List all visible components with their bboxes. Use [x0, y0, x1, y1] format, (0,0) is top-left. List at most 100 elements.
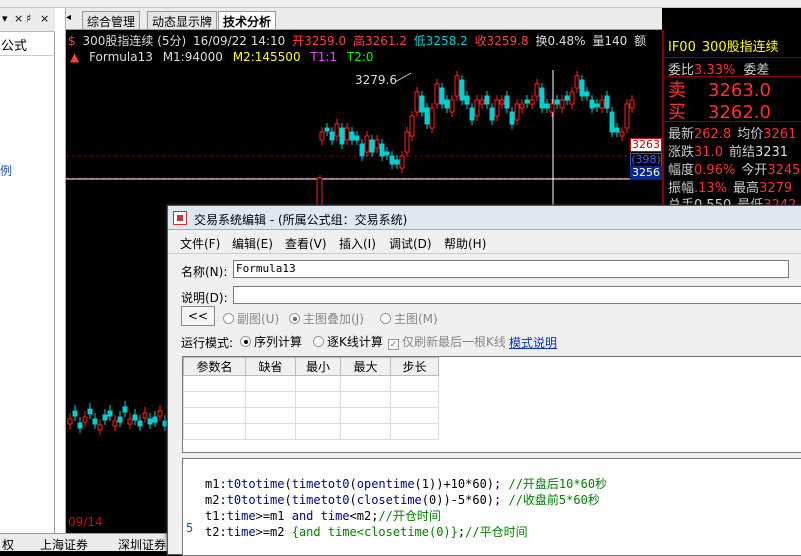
run-mode-label: 运行模式: — [181, 336, 234, 350]
bar-high: 高3261.2 — [352, 34, 407, 48]
code-line[interactable]: t1:time>=m1 and time<m2;//开仓时间 — [205, 507, 441, 524]
table-row[interactable] — [183, 407, 439, 424]
menu-file[interactable]: 文件(F) — [180, 235, 220, 252]
bar-datetime: 16/09/22 14:10 — [193, 34, 286, 48]
candle-body — [519, 103, 525, 109]
formula-name: Formula13 — [89, 50, 153, 64]
divider — [664, 57, 801, 58]
close-icon[interactable]: × — [14, 12, 23, 25]
candle-body — [67, 418, 73, 425]
table-row[interactable] — [183, 423, 439, 440]
candle-body — [127, 418, 133, 425]
line-gutter: 5 — [183, 459, 203, 555]
dialog-title: 交易系统编辑 - (所属公式组：交易系统) — [194, 213, 408, 227]
quote-row-last: 最新262.8 均价3261 — [668, 127, 797, 142]
radio-circle-icon — [223, 313, 234, 324]
tab-dynamic-board[interactable]: 动态显示牌 — [147, 11, 218, 29]
candle-body — [132, 414, 138, 421]
formula-name-input[interactable]: Formula13 — [233, 260, 789, 278]
dropdown-icon[interactable]: ▾ — [2, 12, 8, 25]
close-panel-icon[interactable]: × — [40, 12, 49, 25]
radio-sub-chart[interactable]: 副图(U) — [223, 310, 279, 327]
quote-header: IF00 300股指连续 — [668, 36, 779, 55]
col-default[interactable]: 缺省 — [245, 357, 296, 376]
table-row[interactable] — [183, 375, 439, 392]
status-item-shanghai[interactable]: 上海证券 — [40, 536, 88, 553]
candle-body — [409, 115, 415, 137]
formula-t1: T1:1 — [310, 50, 338, 64]
description-label: 说明(D): — [181, 291, 228, 305]
candle-body — [574, 75, 580, 89]
candle-body — [504, 95, 510, 109]
candle-body — [624, 103, 630, 129]
status-item-rights[interactable]: 权 — [2, 536, 14, 553]
tree-item-example[interactable]: 例 — [0, 162, 12, 179]
main-menu-bar — [0, 0, 801, 8]
parameter-table[interactable]: 参数名 缺省 最小 最大 步长 — [182, 356, 801, 453]
peak-pointer — [394, 72, 412, 83]
tab-comprehensive[interactable]: 综合管理 — [82, 11, 141, 29]
candle-body — [77, 422, 83, 429]
menu-insert[interactable]: 插入(I) — [339, 235, 376, 252]
menu-view[interactable]: 查看(V) — [285, 235, 327, 252]
col-param-name[interactable]: 参数名 — [183, 357, 246, 376]
divider — [168, 253, 801, 254]
refresh-last-bar-checkbox[interactable]: ✓ 仅刷新最后一根K线 — [388, 333, 506, 350]
candle-body — [92, 418, 98, 425]
formula-tree-panel: ▾ × ♯ × 公式 例 — [0, 8, 55, 551]
menu-help[interactable]: 帮助(H) — [444, 235, 486, 252]
quote-row-pct: 幅度0.96% 今开3245 — [668, 163, 801, 178]
code-line[interactable]: m1:t0totime(timetot0(opentime(1))+10*60)… — [205, 475, 607, 492]
candle-body — [137, 420, 143, 427]
menu-debug[interactable]: 调试(D) — [389, 235, 432, 252]
candle-body — [419, 95, 425, 113]
candle-body — [589, 99, 595, 109]
bar-low: 低3258.2 — [413, 34, 468, 48]
tab-technical-analysis[interactable]: 技术分析 — [218, 11, 277, 29]
candle-body — [484, 95, 490, 105]
candle-body — [509, 111, 515, 125]
radio-main-chart[interactable]: 主图(M) — [380, 310, 438, 327]
candle-body — [334, 123, 340, 137]
candle-body — [117, 416, 123, 423]
radio-per-bar-calc[interactable]: 逐K线计算 — [313, 333, 383, 350]
candle-body — [364, 135, 370, 153]
tab-scroll-left-icon[interactable]: ◂ — [66, 12, 71, 23]
last-price-tag: 3263 — [630, 138, 662, 152]
candle-body — [464, 95, 470, 105]
candle-body — [459, 79, 465, 101]
bar-open: 开3259.0 — [292, 34, 347, 48]
col-step[interactable]: 步长 — [390, 357, 439, 376]
col-min[interactable]: 最小 — [295, 357, 341, 376]
candle-body — [122, 406, 128, 413]
pin-icon[interactable]: ♯ — [26, 12, 31, 25]
candle-body — [369, 139, 375, 153]
status-item-shenzhen[interactable]: 深圳证券 — [118, 536, 166, 553]
description-input[interactable] — [233, 286, 801, 304]
candle-body — [324, 127, 330, 132]
quote-code: IF00 — [668, 40, 696, 55]
candle-body — [554, 99, 560, 105]
cursor-date-label: 09/14 — [68, 515, 103, 529]
code-line[interactable]: t2:time>=m2 {and time<closetime(0)};//平仓… — [205, 523, 528, 540]
candle-body — [534, 83, 540, 97]
col-max[interactable]: 最大 — [340, 357, 391, 376]
menu-edit[interactable]: 编辑(E) — [232, 235, 273, 252]
candle-body — [494, 99, 500, 117]
bar-close: 收3259.8 — [474, 34, 529, 48]
candle-body — [524, 99, 530, 104]
candle-body — [107, 410, 113, 417]
code-line[interactable]: m2:t0totime(timetot0(closetime(0))-5*60)… — [205, 491, 600, 508]
dialog-titlebar[interactable]: 交易系统编辑 - (所属公式组：交易系统) — [168, 206, 801, 230]
candle-body — [152, 416, 158, 423]
mode-help-link[interactable]: 模式说明 — [509, 334, 557, 351]
radio-main-overlay[interactable]: 主图叠加(J) — [289, 310, 364, 327]
collapse-button[interactable]: << — [181, 306, 215, 326]
candle-body — [142, 412, 148, 419]
candle-body — [102, 414, 108, 421]
radio-sequence-calc[interactable]: 序列计算 — [240, 333, 302, 350]
radio-circle-icon — [289, 313, 300, 324]
table-row[interactable] — [183, 391, 439, 408]
splitter[interactable] — [55, 8, 66, 551]
formula-code-editor[interactable]: 5 m1:t0totime(timetot0(opentime(1))+10*6… — [182, 458, 801, 556]
